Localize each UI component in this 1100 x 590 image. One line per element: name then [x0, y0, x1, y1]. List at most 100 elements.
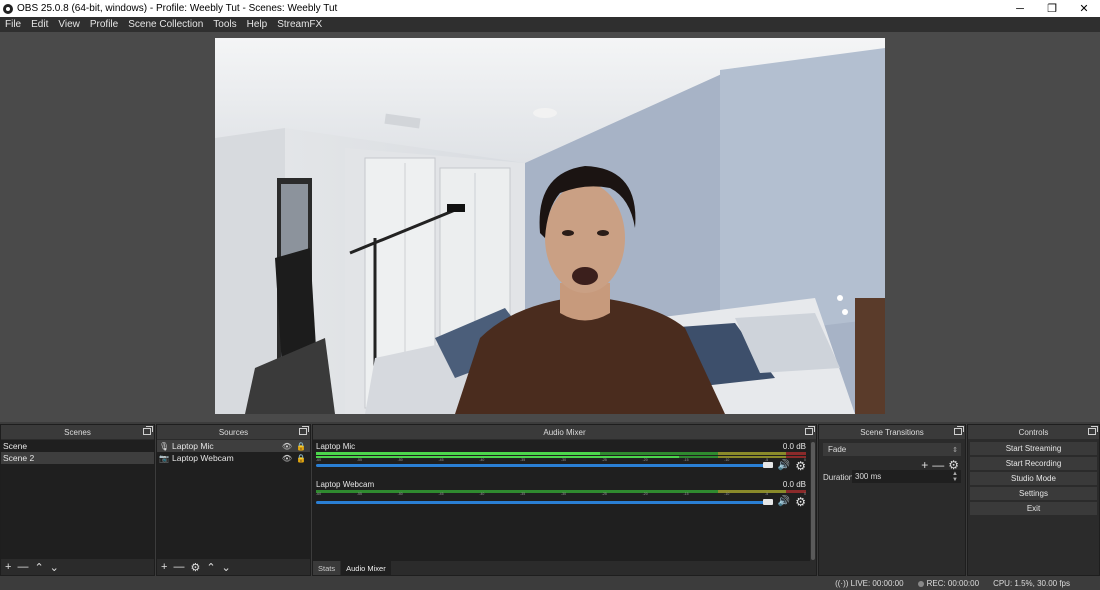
mixer-body: Laptop Mic 0.0 dB -60 -55 -50 -45 -40 -3… — [313, 440, 810, 561]
tab-stats[interactable]: Stats — [313, 561, 341, 575]
volume-slider[interactable] — [316, 464, 768, 467]
scene-item-selected[interactable]: Scene 2 — [1, 452, 154, 464]
gear-icon[interactable]: ⚙ — [795, 459, 806, 473]
spinner-icon[interactable]: ▲ ▼ — [952, 471, 961, 483]
controls-dock: Controls Start Streaming Start Recording… — [967, 424, 1100, 576]
move-down-icon[interactable]: ⌄ — [222, 561, 231, 574]
menu-help[interactable]: Help — [242, 19, 273, 30]
mixer-tabs: Stats Audio Mixer — [313, 561, 392, 575]
restore-button[interactable]: ❐ — [1036, 0, 1068, 17]
preview-area[interactable] — [0, 32, 1100, 422]
rec-status: REC: 00:00:00 — [917, 579, 980, 588]
tick-label: -60 — [316, 492, 322, 496]
undock-icon[interactable] — [954, 426, 964, 435]
tick-label: -25 — [601, 492, 607, 496]
menu-profile[interactable]: Profile — [85, 19, 123, 30]
tick-label: -15 — [683, 458, 689, 462]
menu-edit[interactable]: Edit — [26, 19, 53, 30]
gear-icon[interactable]: ⚙ — [190, 561, 200, 574]
channel-name: Laptop Mic — [316, 442, 356, 451]
exit-button[interactable]: Exit — [970, 502, 1097, 515]
scenes-header: Scenes — [1, 425, 154, 439]
tick-label: -10 — [724, 492, 730, 496]
start-streaming-button[interactable]: Start Streaming — [970, 442, 1097, 455]
undock-icon[interactable] — [143, 426, 153, 435]
menu-tools[interactable]: Tools — [208, 19, 241, 30]
move-down-icon[interactable]: ⌄ — [50, 561, 59, 574]
scene-item-label: Scene 2 — [3, 453, 35, 463]
add-icon[interactable]: + — [161, 561, 167, 573]
webcam-scene-image — [215, 38, 885, 414]
studio-mode-button[interactable]: Studio Mode — [970, 472, 1097, 485]
transition-select[interactable]: Fade ⇕ — [823, 443, 961, 456]
duration-value: 300 ms — [855, 472, 882, 481]
scene-item[interactable]: Scene — [1, 440, 154, 452]
microphone-icon: 🎙 — [159, 441, 170, 451]
source-item[interactable]: 📷 Laptop Webcam 👁 🔒 — [157, 452, 310, 464]
duration-input[interactable]: 300 ms ▲ ▼ — [852, 470, 961, 483]
speaker-icon[interactable]: 🔊 — [778, 460, 790, 471]
gear-icon[interactable]: ⚙ — [795, 495, 806, 509]
scenes-title: Scenes — [64, 427, 91, 437]
eye-icon[interactable]: 👁 — [282, 454, 292, 463]
lock-icon[interactable]: 🔒 — [296, 454, 306, 463]
remove-icon[interactable]: — — [17, 561, 28, 573]
tick-label: -10 — [724, 458, 730, 462]
meter-ticks: -60 -55 -50 -45 -40 -35 -30 -25 -20 -15 … — [316, 492, 806, 497]
add-icon[interactable]: + — [5, 561, 11, 573]
tick-label: -55 — [356, 458, 362, 462]
undock-icon[interactable] — [805, 426, 815, 435]
status-bar: ((·)) LIVE: 00:00:00 REC: 00:00:00 CPU: … — [0, 577, 1100, 590]
eye-icon[interactable]: 👁 — [282, 442, 292, 451]
channel-db: 0.0 dB — [782, 442, 806, 451]
menu-view[interactable]: View — [53, 19, 85, 30]
tick-label: -60 — [316, 458, 322, 462]
volume-slider-handle[interactable] — [763, 499, 773, 505]
scenes-list: Scene Scene 2 — [1, 440, 154, 559]
channel-name: Laptop Webcam — [316, 480, 375, 489]
webcam-preview[interactable] — [215, 38, 885, 414]
source-item[interactable]: 🎙 Laptop Mic 👁 🔒 — [157, 440, 310, 452]
scene-transitions-title: Scene Transitions — [860, 427, 924, 437]
tab-audio-mixer[interactable]: Audio Mixer — [341, 561, 391, 575]
undock-icon[interactable] — [299, 426, 309, 435]
sources-list: 🎙 Laptop Mic 👁 🔒 📷 Laptop Webcam 👁 🔒 — [157, 440, 310, 559]
scenes-dock: Scenes Scene Scene 2 + — ⌃ ⌄ — [0, 424, 155, 576]
window-title: OBS 25.0.8 (64-bit, windows) - Profile: … — [17, 3, 338, 14]
start-recording-button[interactable]: Start Recording — [970, 457, 1097, 470]
rec-time: REC: 00:00:00 — [926, 579, 980, 588]
title-bar: OBS 25.0.8 (64-bit, windows) - Profile: … — [0, 0, 1100, 17]
close-button[interactable]: ✕ — [1068, 0, 1100, 17]
tick-label: -20 — [642, 492, 648, 496]
transition-selected: Fade — [828, 445, 847, 454]
source-item-label: Laptop Mic — [172, 441, 214, 451]
settings-button[interactable]: Settings — [970, 487, 1097, 500]
sources-header: Sources — [157, 425, 310, 439]
menu-file[interactable]: File — [0, 19, 26, 30]
scene-transitions-dock: Scene Transitions Fade ⇕ + — ⚙ Duration … — [818, 424, 966, 576]
mixer-channel: Laptop Webcam 0.0 dB -60 -55 -50 -45 -40… — [315, 480, 808, 510]
volume-slider-handle[interactable] — [763, 462, 773, 468]
sources-dock: Sources 🎙 Laptop Mic 👁 🔒 📷 Laptop Webcam… — [156, 424, 311, 576]
move-up-icon[interactable]: ⌃ — [206, 561, 215, 574]
record-dot-icon — [917, 580, 924, 587]
mixer-scrollbar[interactable] — [810, 440, 816, 561]
tick-label: -35 — [520, 492, 526, 496]
obs-logo-icon — [3, 3, 13, 14]
scrollbar-thumb[interactable] — [811, 442, 815, 560]
volume-meter — [316, 452, 806, 455]
undock-icon[interactable] — [1088, 426, 1098, 435]
remove-icon[interactable]: — — [173, 561, 184, 573]
lock-icon[interactable]: 🔒 — [296, 442, 306, 451]
minimize-button[interactable]: ─ — [1004, 0, 1036, 17]
speaker-icon[interactable]: 🔊 — [778, 496, 790, 507]
tick-label: -20 — [642, 458, 648, 462]
cpu-status: CPU: 1.5%, 30.00 fps — [993, 579, 1070, 588]
tick-label: -35 — [520, 458, 526, 462]
menu-scene-collection[interactable]: Scene Collection — [123, 19, 208, 30]
volume-slider[interactable] — [316, 501, 768, 504]
menu-streamfx[interactable]: StreamFX — [272, 19, 327, 30]
move-up-icon[interactable]: ⌃ — [34, 561, 43, 574]
sources-toolbar: + — ⚙ ⌃ ⌄ — [157, 559, 310, 575]
tick-label: -30 — [560, 458, 567, 462]
